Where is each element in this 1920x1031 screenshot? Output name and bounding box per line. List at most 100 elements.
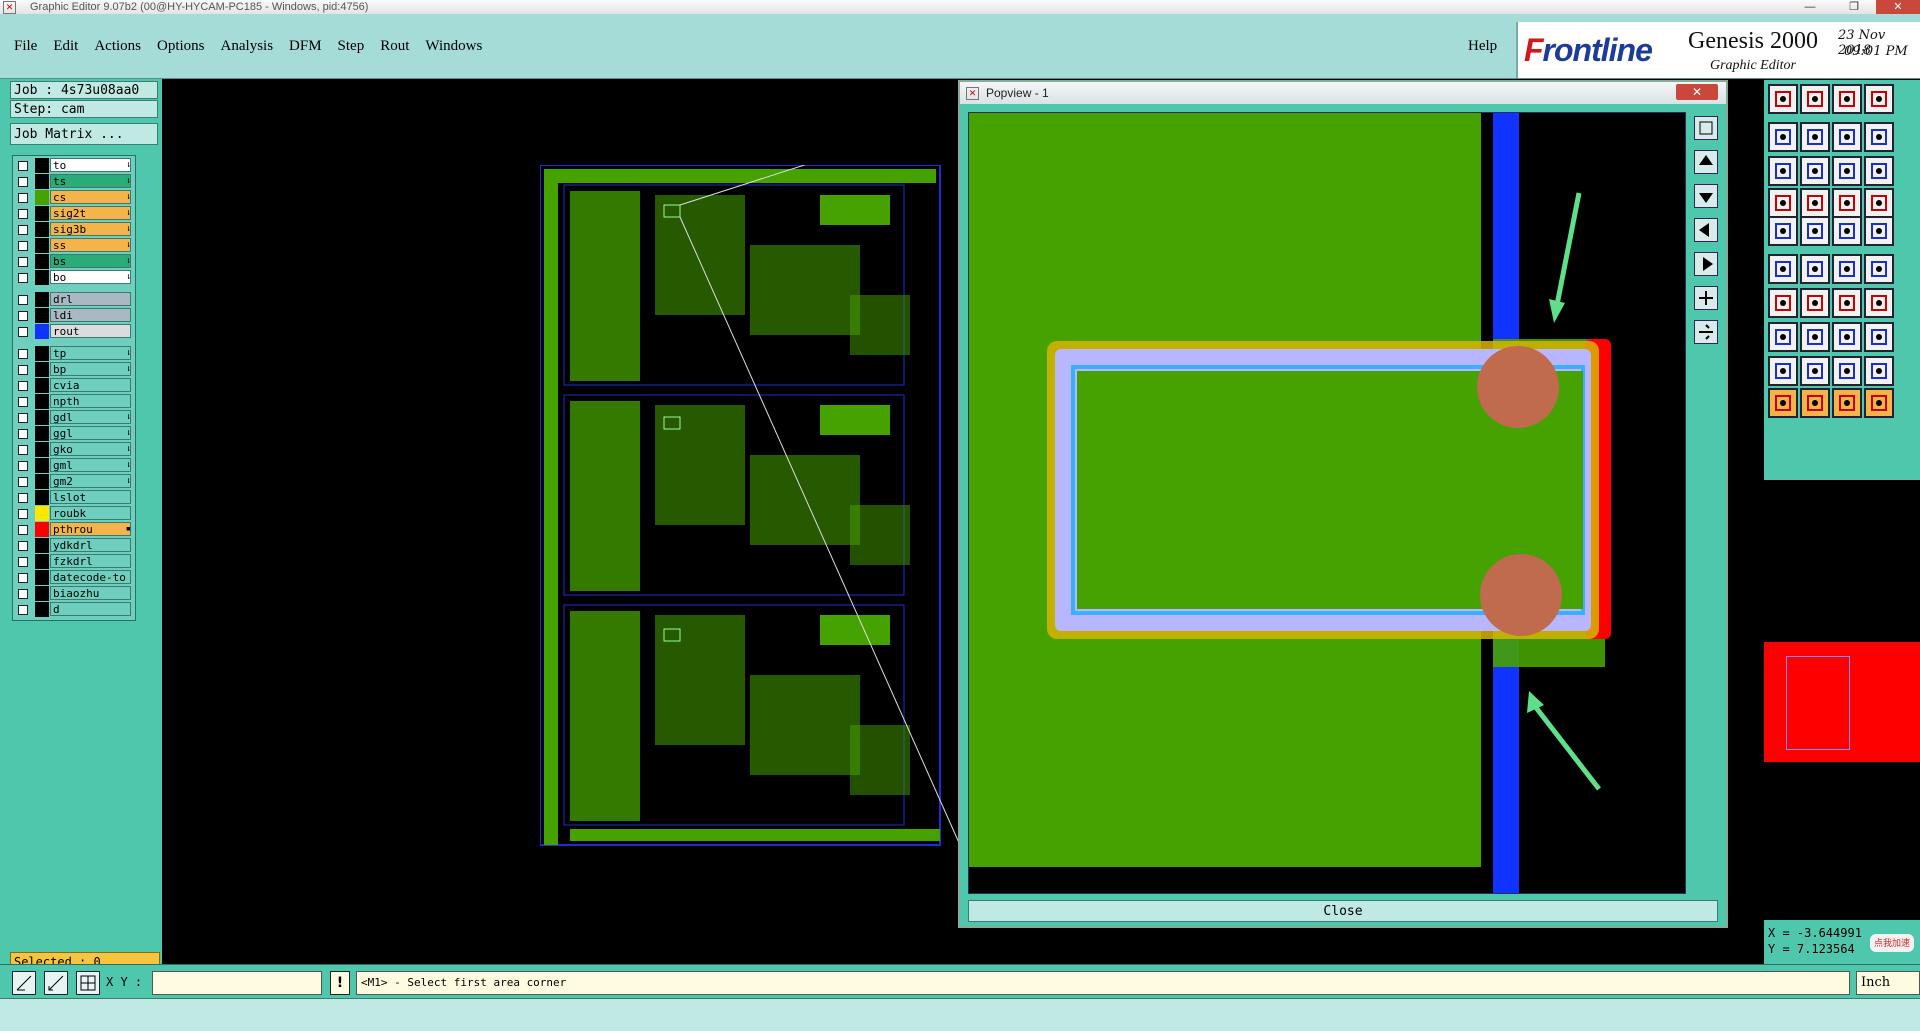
filter-icon[interactable] [1864, 288, 1894, 318]
layer-row-lslot[interactable]: lslot [13, 490, 135, 506]
minimap[interactable] [1764, 486, 1920, 920]
layer-color-swatch[interactable] [35, 602, 49, 617]
layer-color-swatch[interactable] [35, 474, 49, 489]
layer-name[interactable]: gm2 [50, 474, 131, 488]
layer-checkbox[interactable] [18, 225, 28, 235]
layer-checkbox[interactable] [18, 413, 28, 423]
menu-windows[interactable]: Windows [425, 38, 482, 55]
layer-color-swatch[interactable] [35, 206, 49, 221]
layer-checkbox[interactable] [18, 397, 28, 407]
layer-color-swatch[interactable] [35, 458, 49, 473]
line-icon[interactable] [1800, 216, 1830, 246]
layer-checkbox[interactable] [18, 193, 28, 203]
layer-name[interactable]: cs [50, 190, 131, 204]
layer-name[interactable]: ts [50, 174, 131, 188]
layer-name[interactable]: rout [50, 324, 131, 338]
layer-color-swatch[interactable] [35, 490, 49, 505]
layer-row-sig3b[interactable]: sig3b ⇂ [13, 222, 135, 238]
help-icon[interactable] [1864, 156, 1894, 186]
popview-close-x[interactable]: ✕ [1676, 84, 1718, 100]
scale-icon[interactable] [1832, 156, 1862, 186]
node-icon[interactable] [1768, 254, 1798, 284]
layer-row-gko[interactable]: gko ⇂ [13, 442, 135, 458]
paste-icon[interactable] [1800, 84, 1830, 114]
layer-checkbox[interactable] [18, 209, 28, 219]
diagonal-icon[interactable] [1800, 288, 1830, 318]
layer-name[interactable]: npth [50, 394, 131, 408]
layer-color-swatch[interactable] [35, 270, 49, 285]
layer-row-ggl[interactable]: ggl ⇂ [13, 426, 135, 442]
layer-checkbox[interactable] [18, 573, 28, 583]
select-icon[interactable] [1768, 388, 1798, 418]
menu-actions[interactable]: Actions [94, 38, 141, 55]
layer-checkbox[interactable] [18, 161, 28, 171]
layer-color-swatch[interactable] [35, 158, 49, 173]
triangle-a-icon[interactable] [1832, 356, 1862, 386]
target-icon[interactable] [1768, 322, 1798, 352]
layer-color-swatch[interactable] [35, 174, 49, 189]
layer-color-swatch[interactable] [35, 190, 49, 205]
pad-icon[interactable] [1800, 188, 1830, 218]
arc-icon[interactable] [1864, 254, 1894, 284]
step-icon[interactable] [1864, 122, 1894, 152]
layer-row-gdl[interactable]: gdl ⇂ [13, 410, 135, 426]
layer-row-gml[interactable]: gml ⇂ [13, 458, 135, 474]
group-icon[interactable] [1864, 322, 1894, 352]
layer-name[interactable]: gdl [50, 410, 131, 424]
layer-name[interactable]: cvia [50, 378, 131, 392]
layer-name[interactable]: roubk [50, 506, 131, 520]
xy-input[interactable] [152, 971, 322, 995]
layer-color-swatch[interactable] [35, 442, 49, 457]
layer-color-swatch[interactable] [35, 570, 49, 585]
layer-color-swatch[interactable] [35, 586, 49, 601]
layer-color-swatch[interactable] [35, 394, 49, 409]
layer-color-swatch[interactable] [35, 308, 49, 323]
units-selector[interactable]: Inch [1856, 971, 1920, 995]
popview-close-button[interactable]: Close [968, 900, 1718, 922]
edit-node-icon[interactable] [1832, 254, 1862, 284]
layer-row-drl[interactable]: drl [13, 292, 135, 308]
layer-row-cs[interactable]: cs ⇂ [13, 190, 135, 206]
layer-name[interactable]: tp [50, 346, 131, 360]
layer-name[interactable]: gko [50, 442, 131, 456]
layer-row-bo[interactable]: bo ⇂ [13, 270, 135, 286]
triangle-icon[interactable] [1768, 356, 1798, 386]
layer-checkbox[interactable] [18, 493, 28, 503]
layer-row-datecode-to[interactable]: datecode-to [13, 570, 135, 586]
curve-icon[interactable] [1832, 288, 1862, 318]
layer-row-roubk[interactable]: roubk [13, 506, 135, 522]
menu-analysis[interactable]: Analysis [221, 38, 274, 55]
layer-checkbox[interactable] [18, 257, 28, 267]
close-window-button[interactable]: ✕ [1876, 0, 1920, 14]
layer-color-swatch[interactable] [35, 554, 49, 569]
select-move-icon[interactable] [1864, 388, 1894, 418]
layer-color-swatch[interactable] [35, 346, 49, 361]
layer-checkbox[interactable] [18, 327, 28, 337]
layer-checkbox[interactable] [18, 509, 28, 519]
measure-icon[interactable] [44, 971, 68, 995]
layer-checkbox[interactable] [18, 365, 28, 375]
layer-name[interactable]: datecode-to [50, 570, 131, 584]
layer-row-pthrou[interactable]: pthrou ▪ [13, 522, 135, 538]
menu-file[interactable]: File [14, 38, 37, 55]
layer-name[interactable]: lslot [50, 490, 131, 504]
board-view[interactable] [540, 165, 960, 850]
fit-icon[interactable] [1768, 156, 1798, 186]
select-alt-icon[interactable] [1800, 388, 1830, 418]
popview-canvas[interactable] [968, 112, 1686, 894]
menu-dfm[interactable]: DFM [289, 38, 322, 55]
layer-row-to[interactable]: to ⇂ [13, 158, 135, 174]
layer-checkbox[interactable] [18, 177, 28, 187]
layer-checkbox[interactable] [18, 541, 28, 551]
layer-color-swatch[interactable] [35, 222, 49, 237]
layer-checkbox[interactable] [18, 445, 28, 455]
zoom-up-icon[interactable] [1694, 150, 1718, 174]
layer-row-ss[interactable]: ss ⇂ [13, 238, 135, 254]
exclamation-button[interactable]: ! [330, 971, 350, 995]
trace-icon[interactable] [1864, 188, 1894, 218]
zoom-in-icon[interactable] [1694, 286, 1718, 310]
dot-icon[interactable] [1864, 216, 1894, 246]
layer-name[interactable]: sig2t [50, 206, 131, 220]
menu-help[interactable]: Help [1468, 38, 1497, 55]
layer-checkbox[interactable] [18, 605, 28, 615]
